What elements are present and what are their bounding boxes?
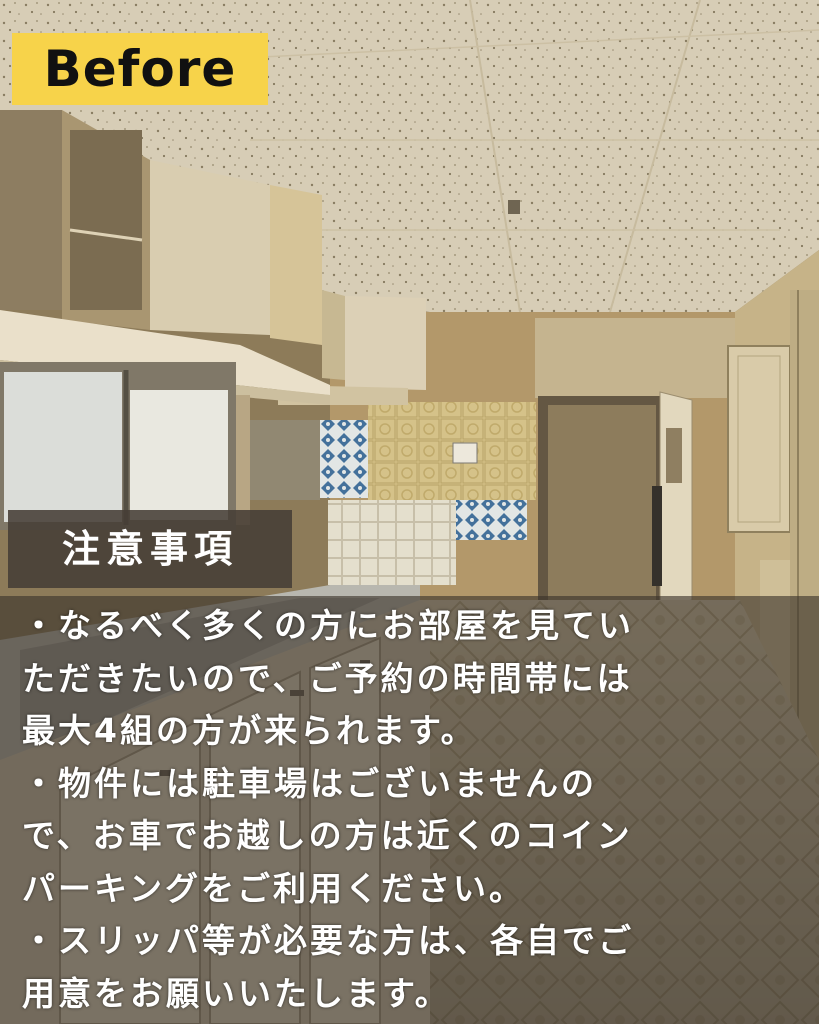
notice-line: で、お車でお越しの方は近くのコイン	[22, 816, 633, 855]
notice-text: ・なるべく多くの方にお部屋を見てい ただきたいので、ご予約の時間帯には 最大4組…	[22, 600, 812, 1020]
notice-line: ・物件には駐車場はございませんの	[22, 763, 598, 803]
notice-line: ・スリッパ等が必要な方は、各自でご	[22, 921, 634, 960]
before-badge: Before	[12, 33, 268, 105]
notice-line: 最大4組の方が来られます。	[22, 711, 477, 750]
notice-line: ・なるべく多くの方にお部屋を見てい	[22, 606, 634, 645]
notice-line: 用意をお願いいたします。	[22, 973, 451, 1013]
notice-line: ただきたいので、ご予約の時間帯には	[22, 658, 633, 698]
notice-title: 注意事項	[8, 510, 292, 588]
notice-line: パーキングをご利用ください。	[22, 868, 526, 908]
